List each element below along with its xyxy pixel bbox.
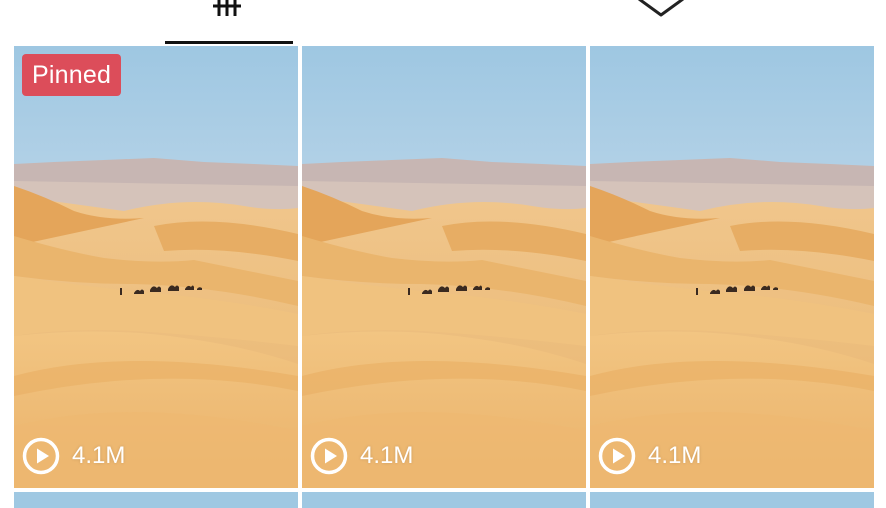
view-count: 4.1M bbox=[598, 436, 701, 476]
thumbnail-image bbox=[14, 492, 298, 508]
video-thumbnail[interactable]: 4.1M bbox=[302, 46, 586, 488]
view-count-label: 4.1M bbox=[360, 442, 414, 469]
thumbnail-image bbox=[302, 492, 586, 508]
video-grid: Pinned 4.1M 4.1M 4.1M bbox=[14, 46, 886, 508]
active-tab-indicator bbox=[165, 41, 293, 44]
desert-thumbnail-image bbox=[590, 46, 874, 488]
video-thumbnail[interactable] bbox=[302, 492, 586, 508]
pinned-badge: Pinned bbox=[22, 54, 122, 96]
chevron-down-icon bbox=[638, 0, 684, 17]
play-circle-icon bbox=[310, 437, 348, 475]
view-count: 4.1M bbox=[22, 436, 125, 476]
video-thumbnail[interactable]: Pinned 4.1M bbox=[14, 46, 298, 488]
play-circle-icon bbox=[22, 437, 60, 475]
desert-thumbnail-image bbox=[14, 46, 298, 488]
desert-thumbnail-image bbox=[302, 46, 586, 488]
tab-tagged[interactable] bbox=[590, 0, 730, 46]
video-thumbnail[interactable]: 4.1M bbox=[590, 46, 874, 488]
view-count: 4.1M bbox=[310, 436, 413, 476]
tab-videos[interactable] bbox=[165, 0, 293, 46]
video-thumbnail[interactable] bbox=[590, 492, 874, 508]
play-circle-icon bbox=[598, 437, 636, 475]
view-count-label: 4.1M bbox=[648, 442, 702, 469]
video-thumbnail[interactable] bbox=[14, 492, 298, 508]
thumbnail-image bbox=[590, 492, 874, 508]
grid-icon bbox=[213, 0, 241, 16]
view-count-label: 4.1M bbox=[72, 442, 126, 469]
profile-tab-bar bbox=[0, 0, 886, 46]
